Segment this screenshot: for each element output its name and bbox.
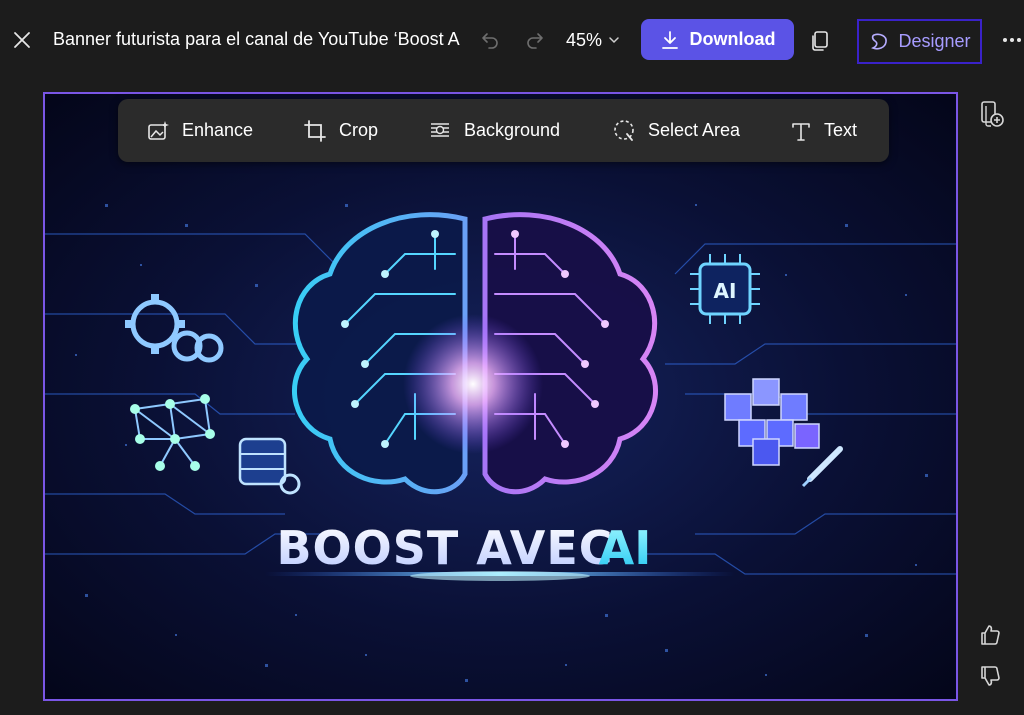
redo-icon <box>527 33 543 49</box>
undo-button[interactable] <box>477 27 503 53</box>
generated-image[interactable]: AI BOOST AVEC AI <box>43 92 958 701</box>
text-icon <box>792 122 810 141</box>
thumbs-up-button[interactable] <box>976 621 1004 649</box>
document-title: Banner futurista para el canal de YouTub… <box>53 29 460 49</box>
thumbs-up-icon <box>981 625 1000 645</box>
enhance-label: Enhance <box>182 120 254 140</box>
banner-text-ai: AI <box>599 521 652 575</box>
zoom-value: 45% <box>566 29 603 50</box>
copy-icon <box>812 31 828 51</box>
select-area-label: Select Area <box>648 120 741 140</box>
crop-icon <box>304 119 326 142</box>
chevron-down-icon <box>609 37 619 44</box>
undo-icon <box>482 33 498 49</box>
download-arrow-icon <box>661 30 678 49</box>
more-horizontal-icon <box>1003 38 1021 42</box>
redo-button[interactable] <box>522 27 548 53</box>
enhance-button[interactable]: Enhance <box>146 99 253 162</box>
download-label: Download <box>689 29 776 49</box>
more-options-button[interactable] <box>1000 26 1024 54</box>
crop-button[interactable]: Crop <box>303 99 378 162</box>
crop-label: Crop <box>339 120 379 140</box>
thumbs-down-icon <box>981 666 1000 686</box>
designer-button[interactable]: Designer <box>857 19 982 64</box>
download-button[interactable]: Download <box>641 19 794 60</box>
copy-button[interactable] <box>806 26 834 54</box>
add-page-button[interactable] <box>978 100 1006 128</box>
banner-text-main: BOOST AVEC <box>276 521 613 575</box>
select-area-button[interactable]: Select Area <box>612 99 740 162</box>
enhance-icon <box>148 120 169 140</box>
chip-label: AI <box>714 279 737 303</box>
top-bar: Banner futurista para el canal de YouTub… <box>0 0 1024 80</box>
select-area-icon <box>614 119 634 141</box>
thumbs-down-button[interactable] <box>976 662 1004 690</box>
banner-artwork: AI BOOST AVEC AI <box>45 94 956 699</box>
text-label: Text <box>824 120 858 140</box>
close-icon <box>14 32 30 48</box>
designer-logo-icon <box>871 33 888 50</box>
background-button[interactable]: Background <box>428 99 560 162</box>
zoom-dropdown[interactable]: 45% <box>566 26 620 54</box>
background-label: Background <box>464 120 561 140</box>
text-button[interactable]: Text <box>790 99 857 162</box>
add-page-icon <box>981 101 1004 127</box>
background-icon <box>431 122 449 137</box>
edit-toolbar: Enhance Crop Background Select Area Text <box>118 99 889 162</box>
designer-label: Designer <box>898 31 971 51</box>
close-button[interactable] <box>8 26 36 54</box>
